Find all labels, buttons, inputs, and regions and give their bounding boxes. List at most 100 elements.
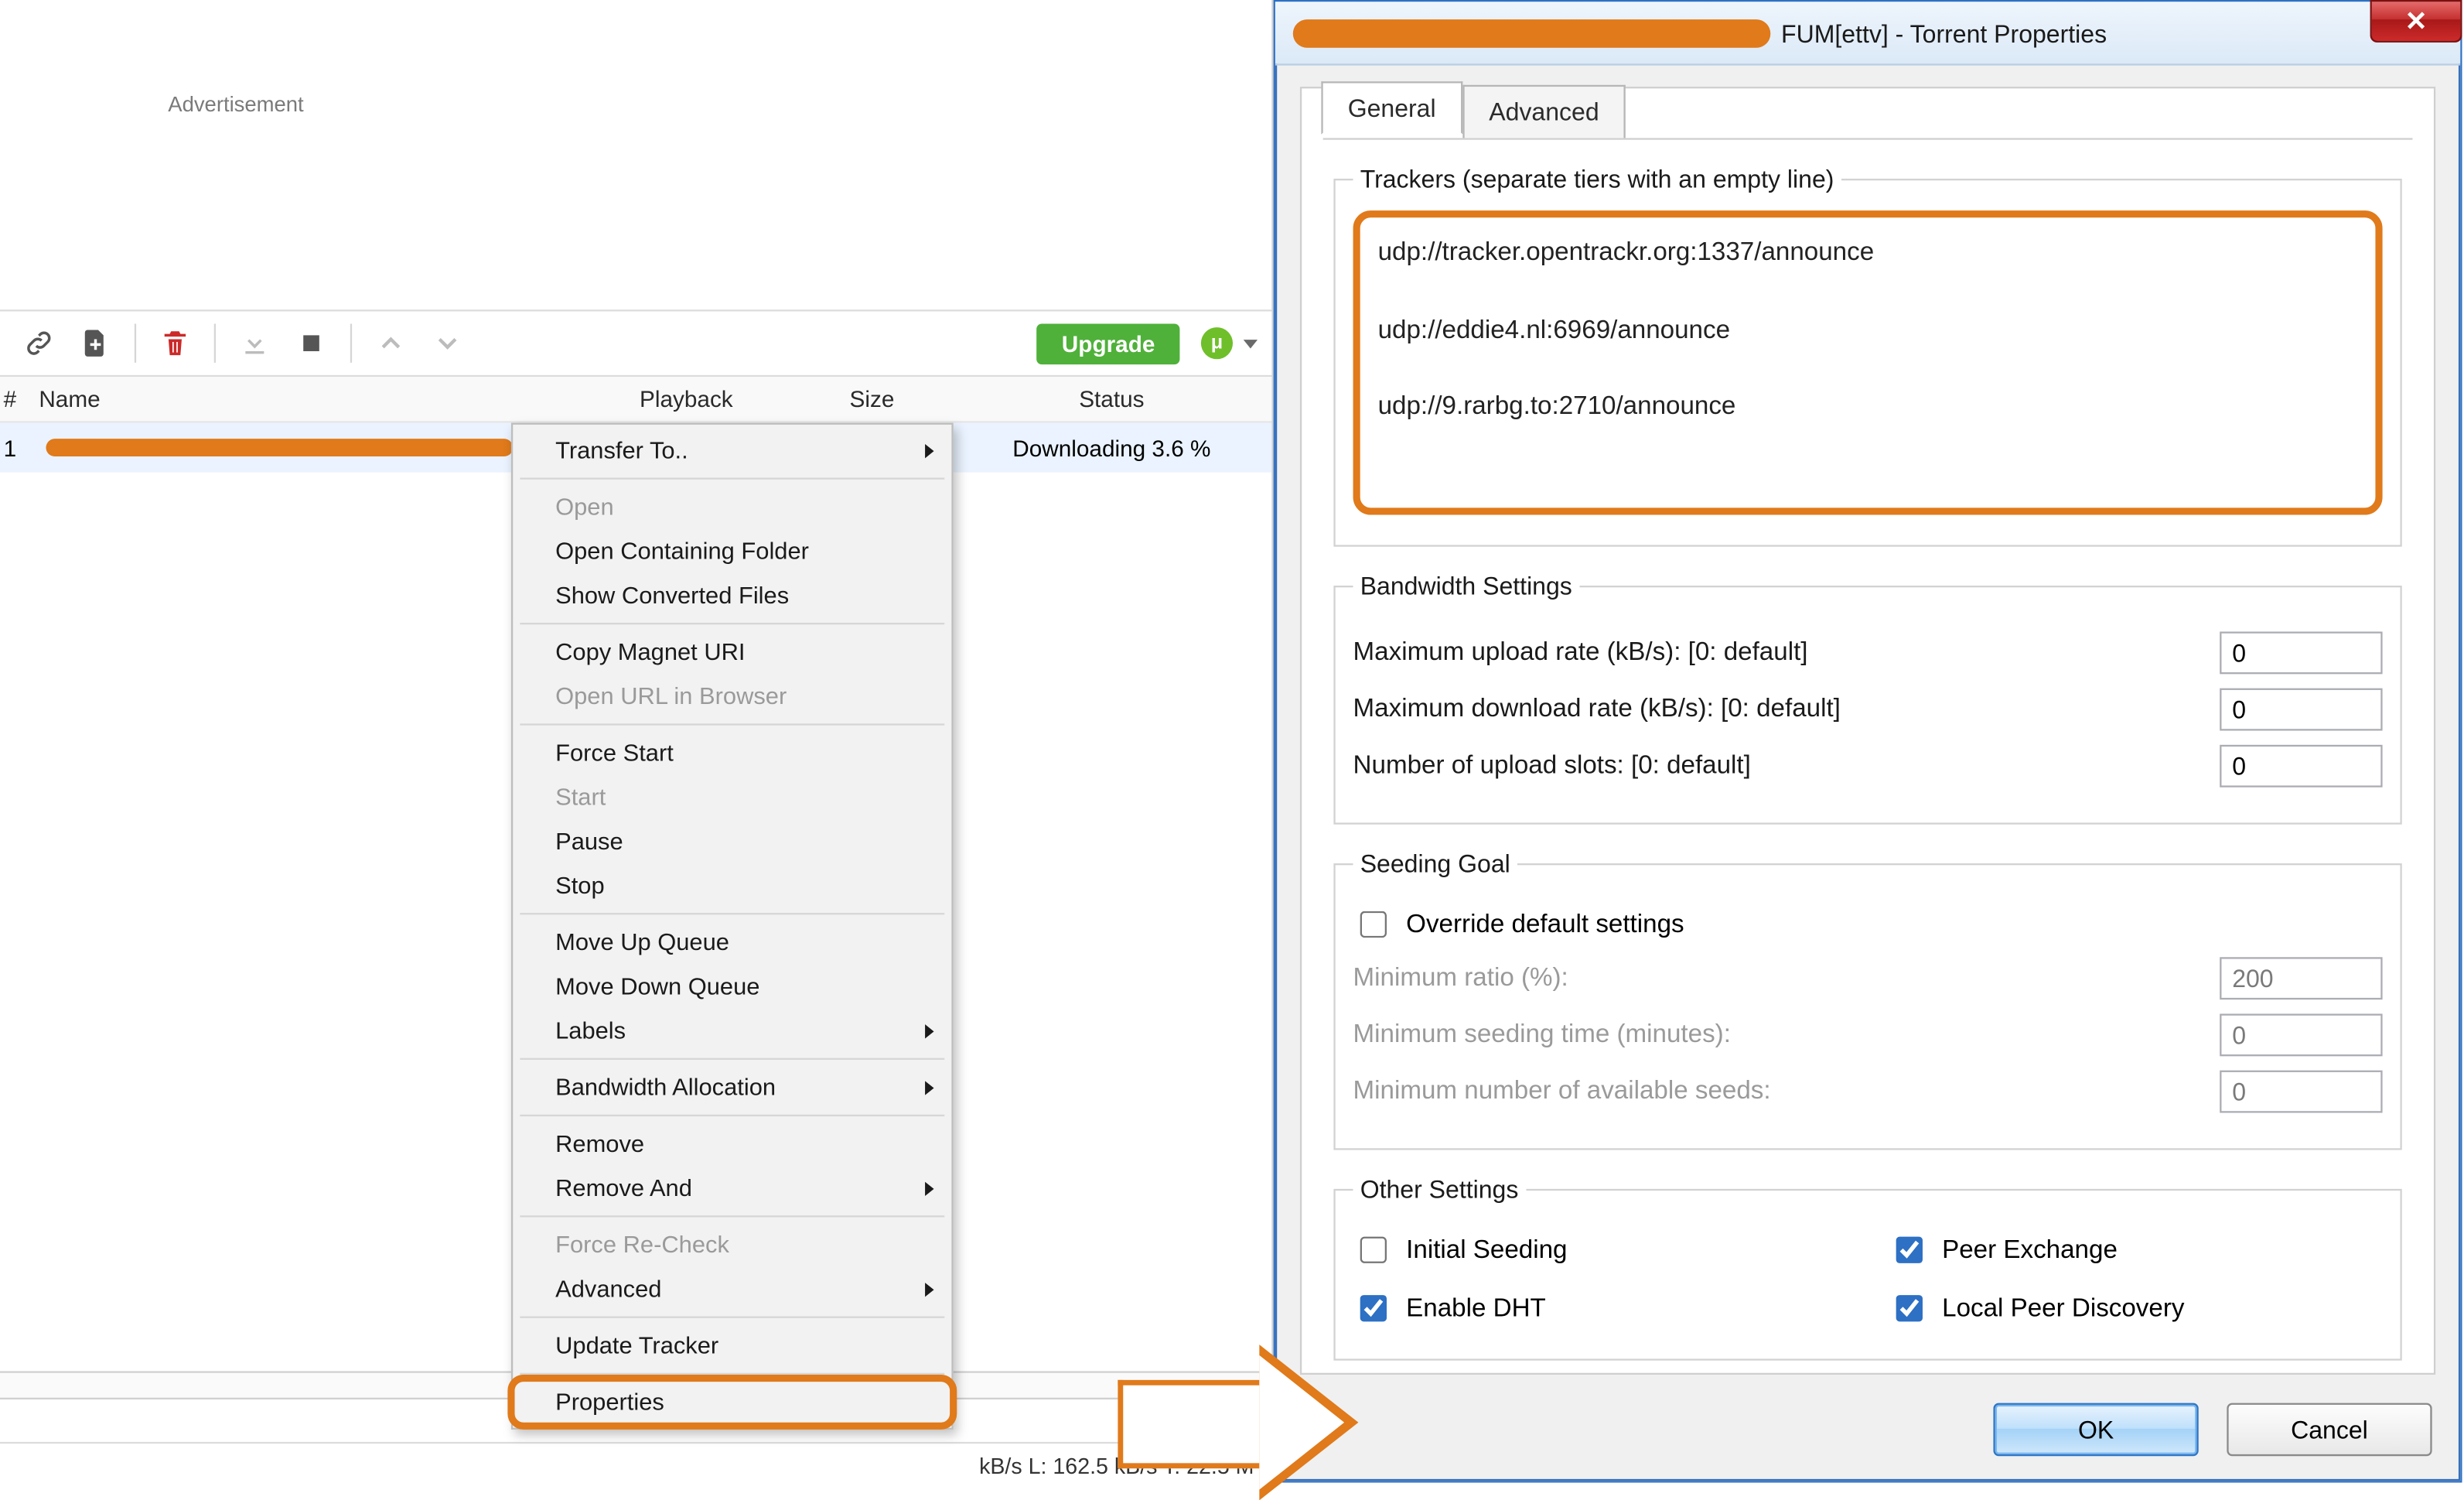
menu-divider — [520, 1373, 944, 1375]
close-button[interactable]: ✕ — [2370, 0, 2462, 43]
menu-show-converted[interactable]: Show Converted Files — [513, 573, 951, 617]
tab-general[interactable]: General — [1321, 81, 1462, 135]
toolbar: Upgrade — [0, 309, 1271, 377]
label-min-seeds: Minimum number of available seeds: — [1353, 1078, 2220, 1106]
dialog-title: FUM[ettv] - Torrent Properties — [1781, 19, 2107, 47]
link-icon — [23, 327, 55, 359]
input-max-up[interactable] — [2220, 631, 2382, 674]
ok-button[interactable]: OK — [1993, 1403, 2198, 1457]
stop-button[interactable] — [286, 319, 336, 368]
add-file-button[interactable] — [70, 319, 120, 368]
move-down-button[interactable] — [423, 319, 473, 368]
menu-move-down[interactable]: Move Down Queue — [513, 964, 951, 1008]
chk-peer-exchange[interactable] — [1896, 1237, 1923, 1263]
menu-remove[interactable]: Remove — [513, 1122, 951, 1166]
label-peer-exchange: Peer Exchange — [1942, 1235, 2118, 1264]
add-url-button[interactable] — [14, 319, 63, 368]
annotation-arrow-icon — [1118, 1362, 1379, 1486]
input-min-time — [2220, 1013, 2382, 1056]
torrent-context-menu: Transfer To.. Open Open Containing Folde… — [511, 423, 954, 1430]
brand-dropdown-caret-icon[interactable] — [1244, 339, 1258, 347]
group-bandwidth-legend: Bandwidth Settings — [1353, 572, 1579, 600]
menu-pause[interactable]: Pause — [513, 819, 951, 863]
menu-force-recheck: Force Re-Check — [513, 1222, 951, 1266]
col-name[interactable]: Name — [32, 386, 580, 412]
trackers-input[interactable] — [1353, 210, 2383, 514]
trash-icon — [159, 327, 191, 359]
label-max-up: Maximum upload rate (kB/s): [0: default] — [1353, 639, 2220, 668]
input-min-ratio — [2220, 957, 2382, 999]
advertisement-label: Advertisement — [168, 92, 303, 117]
menu-divider — [520, 477, 944, 479]
menu-divider — [520, 723, 944, 725]
torrent-name-redacted — [46, 439, 513, 456]
menu-move-up[interactable]: Move Up Queue — [513, 920, 951, 964]
col-status[interactable]: Status — [951, 386, 1271, 412]
chk-local-peer-discovery[interactable] — [1896, 1295, 1923, 1321]
stop-icon — [295, 327, 327, 359]
menu-divider — [520, 1317, 944, 1318]
label-initial-seeding: Initial Seeding — [1406, 1235, 1567, 1264]
menu-divider — [520, 623, 944, 624]
cancel-button[interactable]: Cancel — [2227, 1403, 2432, 1457]
col-size[interactable]: Size — [793, 386, 952, 412]
chk-initial-seeding[interactable] — [1360, 1237, 1387, 1263]
move-up-button[interactable] — [366, 319, 415, 368]
chk-enable-dht[interactable] — [1360, 1295, 1387, 1321]
label-enable-dht: Enable DHT — [1406, 1294, 1546, 1323]
chk-override[interactable] — [1360, 911, 1387, 938]
tab-panel-general: Trackers (separate tiers with an empty l… — [1323, 138, 2413, 1355]
menu-divider — [520, 1115, 944, 1116]
dialog-buttons: OK Cancel — [1993, 1403, 2432, 1457]
menu-update-tracker[interactable]: Update Tracker — [513, 1324, 951, 1368]
start-button[interactable] — [230, 319, 279, 368]
label-max-dn: Maximum download rate (kB/s): [0: defaul… — [1353, 695, 2220, 724]
menu-divider — [520, 1058, 944, 1060]
tab-advanced[interactable]: Advanced — [1462, 85, 1626, 138]
submenu-arrow-icon — [925, 443, 933, 457]
submenu-arrow-icon — [925, 1023, 933, 1037]
menu-force-start[interactable]: Force Start — [513, 731, 951, 775]
group-trackers-legend: Trackers (separate tiers with an empty l… — [1353, 165, 1841, 193]
dialog-body: Trackers (separate tiers with an empty l… — [1300, 87, 2435, 1375]
menu-properties[interactable]: Properties — [513, 1380, 951, 1424]
menu-advanced[interactable]: Advanced — [513, 1266, 951, 1310]
menu-bandwidth[interactable]: Bandwidth Allocation — [513, 1065, 951, 1109]
chevron-down-icon — [432, 327, 463, 359]
menu-open-url: Open URL in Browser — [513, 674, 951, 718]
remove-button[interactable] — [150, 319, 200, 368]
submenu-arrow-icon — [925, 1080, 933, 1094]
torrent-list-header: # Name Playback Size Status — [0, 377, 1271, 422]
toolbar-divider — [214, 324, 216, 363]
group-bandwidth: Bandwidth Settings Maximum upload rate (… — [1333, 572, 2401, 825]
brand-icon[interactable] — [1201, 327, 1233, 359]
menu-open-containing[interactable]: Open Containing Folder — [513, 529, 951, 573]
label-min-time: Minimum seeding time (minutes): — [1353, 1021, 2220, 1050]
group-seeding-legend: Seeding Goal — [1353, 849, 1517, 878]
chevron-up-icon — [375, 327, 407, 359]
menu-copy-magnet[interactable]: Copy Magnet URI — [513, 630, 951, 674]
label-local-peer-discovery: Local Peer Discovery — [1942, 1294, 2184, 1323]
group-other: Other Settings Initial Seeding Peer Exch… — [1333, 1175, 2401, 1361]
menu-start: Start — [513, 775, 951, 819]
download-icon — [239, 327, 271, 359]
toolbar-divider — [350, 324, 352, 363]
input-max-dn[interactable] — [2220, 688, 2382, 731]
upgrade-button[interactable]: Upgrade — [1037, 323, 1180, 364]
input-up-slots[interactable] — [2220, 745, 2382, 788]
file-plus-icon — [80, 327, 111, 359]
title-redacted — [1293, 19, 1770, 47]
menu-transfer-to[interactable]: Transfer To.. — [513, 428, 951, 472]
label-min-ratio: Minimum ratio (%): — [1353, 964, 2220, 993]
menu-remove-and[interactable]: Remove And — [513, 1166, 951, 1210]
col-index[interactable]: # — [0, 386, 32, 412]
torrent-client-window: Advertisement — [0, 0, 1274, 1488]
col-playback[interactable]: Playback — [580, 386, 792, 412]
menu-divider — [520, 1215, 944, 1217]
dialog-titlebar[interactable]: FUM[ettv] - Torrent Properties ✕ — [1275, 2, 2460, 65]
torrent-properties-dialog: FUM[ettv] - Torrent Properties ✕ General… — [1274, 0, 2462, 1483]
menu-divider — [520, 913, 944, 914]
menu-stop[interactable]: Stop — [513, 863, 951, 907]
input-min-seeds — [2220, 1071, 2382, 1113]
menu-labels[interactable]: Labels — [513, 1009, 951, 1053]
